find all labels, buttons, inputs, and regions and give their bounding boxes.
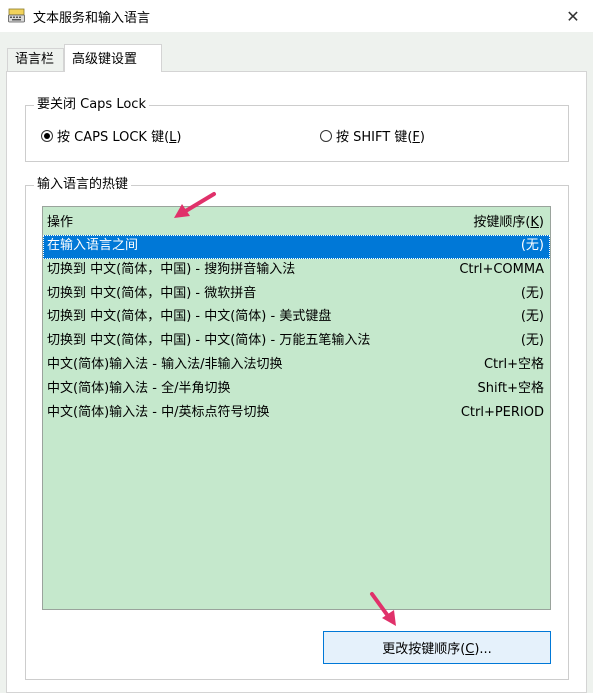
tab-label: 语言栏 xyxy=(15,52,55,67)
item-key: (无) xyxy=(520,238,544,253)
item-key: (无) xyxy=(520,309,544,325)
list-item[interactable]: 在输入语言之间 (无) xyxy=(43,235,550,259)
tab-label: 高级键设置 xyxy=(72,52,138,67)
caps-lock-group-title: 要关闭 Caps Lock xyxy=(34,97,149,113)
radio-unchecked-icon xyxy=(320,129,332,142)
item-action: 切换到 中文(简体，中国) - 搜狗拼音输入法 xyxy=(47,261,296,277)
list-item[interactable]: 切换到 中文(简体，中国) - 搜狗拼音输入法 Ctrl+COMMA xyxy=(43,259,550,283)
item-key: Ctrl+COMMA xyxy=(459,261,544,277)
item-action: 中文(简体)输入法 - 输入法/非输入法切换 xyxy=(47,356,283,372)
item-key: (无) xyxy=(520,285,544,301)
list-item[interactable]: 中文(简体)输入法 - 中/英标点符号切换 Ctrl+PERIOD xyxy=(43,402,550,426)
item-action: 切换到 中文(简体，中国) - 中文(简体) - 万能五笔输入法 xyxy=(47,333,371,349)
radio-label: 按 CAPS LOCK 键(L) xyxy=(57,130,182,145)
list-item[interactable]: 切换到 中文(简体，中国) - 中文(简体) - 美式键盘 (无) xyxy=(43,306,550,330)
tab-panel-advanced: 要关闭 Caps Lock 按 CAPS LOCK 键(L) 按 SHIFT 键… xyxy=(6,71,587,693)
item-key: Ctrl+空格 xyxy=(483,356,544,372)
hotkeys-group-title: 输入语言的热键 xyxy=(34,177,132,193)
tab-advanced-key-settings[interactable]: 高级键设置 xyxy=(64,44,162,72)
title-bar[interactable]: 文本服务和输入语言 ✕ xyxy=(0,0,593,32)
item-key: Ctrl+PERIOD xyxy=(460,404,544,420)
radio-shift-key[interactable]: 按 SHIFT 键(F) xyxy=(320,126,425,145)
radio-caps-lock-key[interactable]: 按 CAPS LOCK 键(L) xyxy=(41,126,181,145)
list-rows: 在输入语言之间 (无) 切换到 中文(简体，中国) - 搜狗拼音输入法 Ctrl… xyxy=(43,235,550,425)
window-title: 文本服务和输入语言 xyxy=(33,11,151,26)
radio-checked-icon xyxy=(41,129,53,142)
item-key: Shift+空格 xyxy=(477,380,544,396)
column-header-action[interactable]: 操作 xyxy=(47,211,73,230)
button-label: 更改按键顺序(C)... xyxy=(382,642,492,657)
list-item[interactable]: 中文(简体)输入法 - 全/半角切换 Shift+空格 xyxy=(43,378,550,402)
caps-lock-group: 要关闭 Caps Lock 按 CAPS LOCK 键(L) 按 SHIFT 键… xyxy=(25,97,569,162)
hotkeys-list[interactable]: 操作 按键顺序(K) 在输入语言之间 (无) 切换到 中文(简体，中国) - 搜… xyxy=(42,206,551,610)
list-item[interactable]: 切换到 中文(简体，中国) - 中文(简体) - 万能五笔输入法 (无) xyxy=(43,330,550,354)
change-key-sequence-button[interactable]: 更改按键顺序(C)... xyxy=(323,631,551,664)
item-key: (无) xyxy=(520,333,544,349)
list-item[interactable]: 中文(简体)输入法 - 输入法/非输入法切换 Ctrl+空格 xyxy=(43,354,550,378)
radio-label: 按 SHIFT 键(F) xyxy=(336,130,425,145)
dialog-content: 语言栏 高级键设置 要关闭 Caps Lock 按 CAPS LOCK 键(L)… xyxy=(0,32,593,693)
item-action: 中文(简体)输入法 - 中/英标点符号切换 xyxy=(47,404,270,420)
item-action: 切换到 中文(简体，中国) - 中文(简体) - 美式键盘 xyxy=(47,309,332,325)
close-button[interactable]: ✕ xyxy=(553,0,593,32)
tab-language-bar[interactable]: 语言栏 xyxy=(7,48,64,71)
list-header: 操作 按键顺序(K) xyxy=(43,207,550,231)
dialog-window: 文本服务和输入语言 ✕ 语言栏 高级键设置 要关闭 Caps Lock 按 CA… xyxy=(0,0,593,693)
tab-strip: 语言栏 高级键设置 xyxy=(0,32,593,72)
item-action: 切换到 中文(简体，中国) - 微软拼音 xyxy=(47,285,257,301)
item-action: 在输入语言之间 xyxy=(47,238,139,253)
column-header-key-sequence[interactable]: 按键顺序(K) xyxy=(473,211,544,230)
close-icon: ✕ xyxy=(566,6,580,26)
list-item[interactable]: 切换到 中文(简体，中国) - 微软拼音 (无) xyxy=(43,283,550,307)
input-language-hotkeys-group: 输入语言的热键 操作 按键顺序(K) 在输入语言之间 (无) 切换到 中文(简体… xyxy=(25,177,569,680)
keyboard-icon xyxy=(8,8,25,23)
item-action: 中文(简体)输入法 - 全/半角切换 xyxy=(47,380,231,396)
